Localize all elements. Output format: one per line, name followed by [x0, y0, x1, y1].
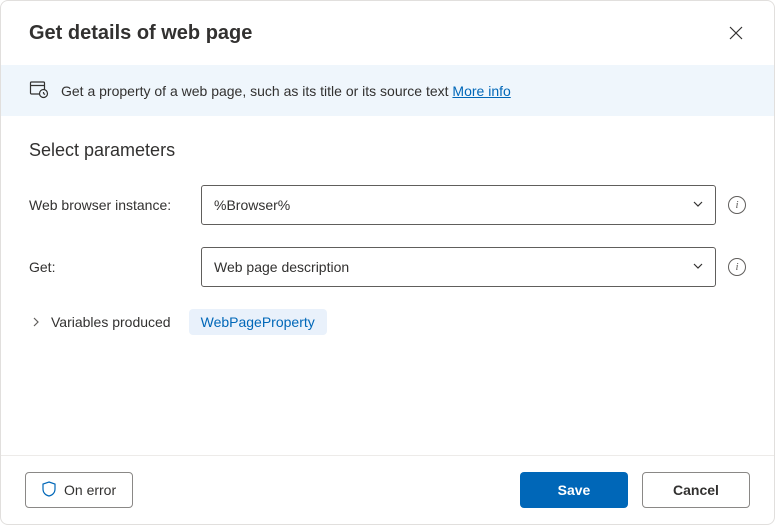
- more-info-link[interactable]: More info: [452, 83, 510, 99]
- field-get: Get: Web page description: [29, 247, 746, 287]
- info-bar: Get a property of a web page, such as it…: [1, 65, 774, 116]
- chevron-down-icon: [692, 259, 704, 275]
- section-title: Select parameters: [29, 140, 746, 161]
- variables-produced-label: Variables produced: [51, 314, 171, 330]
- close-icon: [729, 26, 743, 40]
- variables-expand-toggle[interactable]: [29, 317, 43, 327]
- dialog-header: Get details of web page: [1, 1, 774, 65]
- chevron-right-icon: [31, 317, 41, 327]
- field-browser-instance: Web browser instance: %Browser%: [29, 185, 746, 225]
- web-page-icon: [29, 79, 49, 102]
- content-area: Select parameters Web browser instance: …: [1, 116, 774, 455]
- dialog-footer: On error Save Cancel: [1, 455, 774, 524]
- dialog: Get details of web page Get a property o…: [0, 0, 775, 525]
- browser-instance-value: %Browser%: [214, 197, 290, 213]
- get-control: Web page description: [201, 247, 716, 287]
- save-button[interactable]: Save: [520, 472, 628, 508]
- get-label: Get:: [29, 259, 189, 275]
- browser-instance-label: Web browser instance:: [29, 197, 189, 213]
- close-button[interactable]: [722, 19, 750, 47]
- browser-instance-control: %Browser%: [201, 185, 716, 225]
- variables-produced-row: Variables produced WebPageProperty: [29, 309, 746, 335]
- cancel-button[interactable]: Cancel: [642, 472, 750, 508]
- info-icon[interactable]: [728, 196, 746, 214]
- info-text: Get a property of a web page, such as it…: [61, 83, 452, 99]
- info-description: Get a property of a web page, such as it…: [61, 83, 511, 99]
- info-icon[interactable]: [728, 258, 746, 276]
- chevron-down-icon: [692, 197, 704, 213]
- footer-right: Save Cancel: [520, 472, 750, 508]
- browser-instance-dropdown[interactable]: %Browser%: [201, 185, 716, 225]
- shield-icon: [42, 481, 56, 500]
- variable-pill[interactable]: WebPageProperty: [189, 309, 327, 335]
- on-error-button[interactable]: On error: [25, 472, 133, 508]
- get-dropdown[interactable]: Web page description: [201, 247, 716, 287]
- get-value: Web page description: [214, 259, 349, 275]
- on-error-label: On error: [64, 482, 116, 498]
- dialog-title: Get details of web page: [29, 22, 252, 45]
